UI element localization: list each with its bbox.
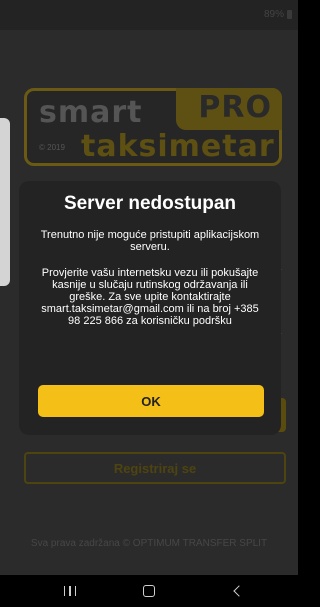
status-bar: 89% [0,0,298,30]
side-edge-panel-handle[interactable] [0,118,10,286]
dialog-title: Server nedostupan [63,193,237,214]
back-icon[interactable] [222,581,252,601]
register-button[interactable]: Registriraj se [24,452,286,484]
dialog-message-primary: Trenutno nije moguće pristupiti aplikaci… [40,229,260,253]
battery-icon [287,10,292,19]
logo-pro-badge: PRO [176,88,282,130]
home-icon[interactable] [134,581,164,601]
android-navigation-bar [0,575,298,607]
logo-taksimetar-text: taksimetar [81,129,275,164]
logo-smart-text: smart [39,95,143,130]
ok-button[interactable]: OK [38,385,264,417]
logo-year: © 2019 [39,143,65,152]
server-unavailable-dialog: Server nedostupan Trenutno nije moguće p… [19,181,281,435]
recent-apps-icon[interactable] [55,581,85,601]
logo-pro-text: PRO [198,90,272,125]
register-button-label: Registriraj se [113,460,197,476]
copyright-footer: Sva prava zadržana © OPTIMUM TRANSFER SP… [30,538,268,549]
battery-percentage: 89% [263,9,284,20]
app-logo: PRO smart © 2019 taksimetar [24,88,282,166]
dialog-message-secondary: Provjerite vašu internetsku vezu ili pok… [41,267,259,327]
